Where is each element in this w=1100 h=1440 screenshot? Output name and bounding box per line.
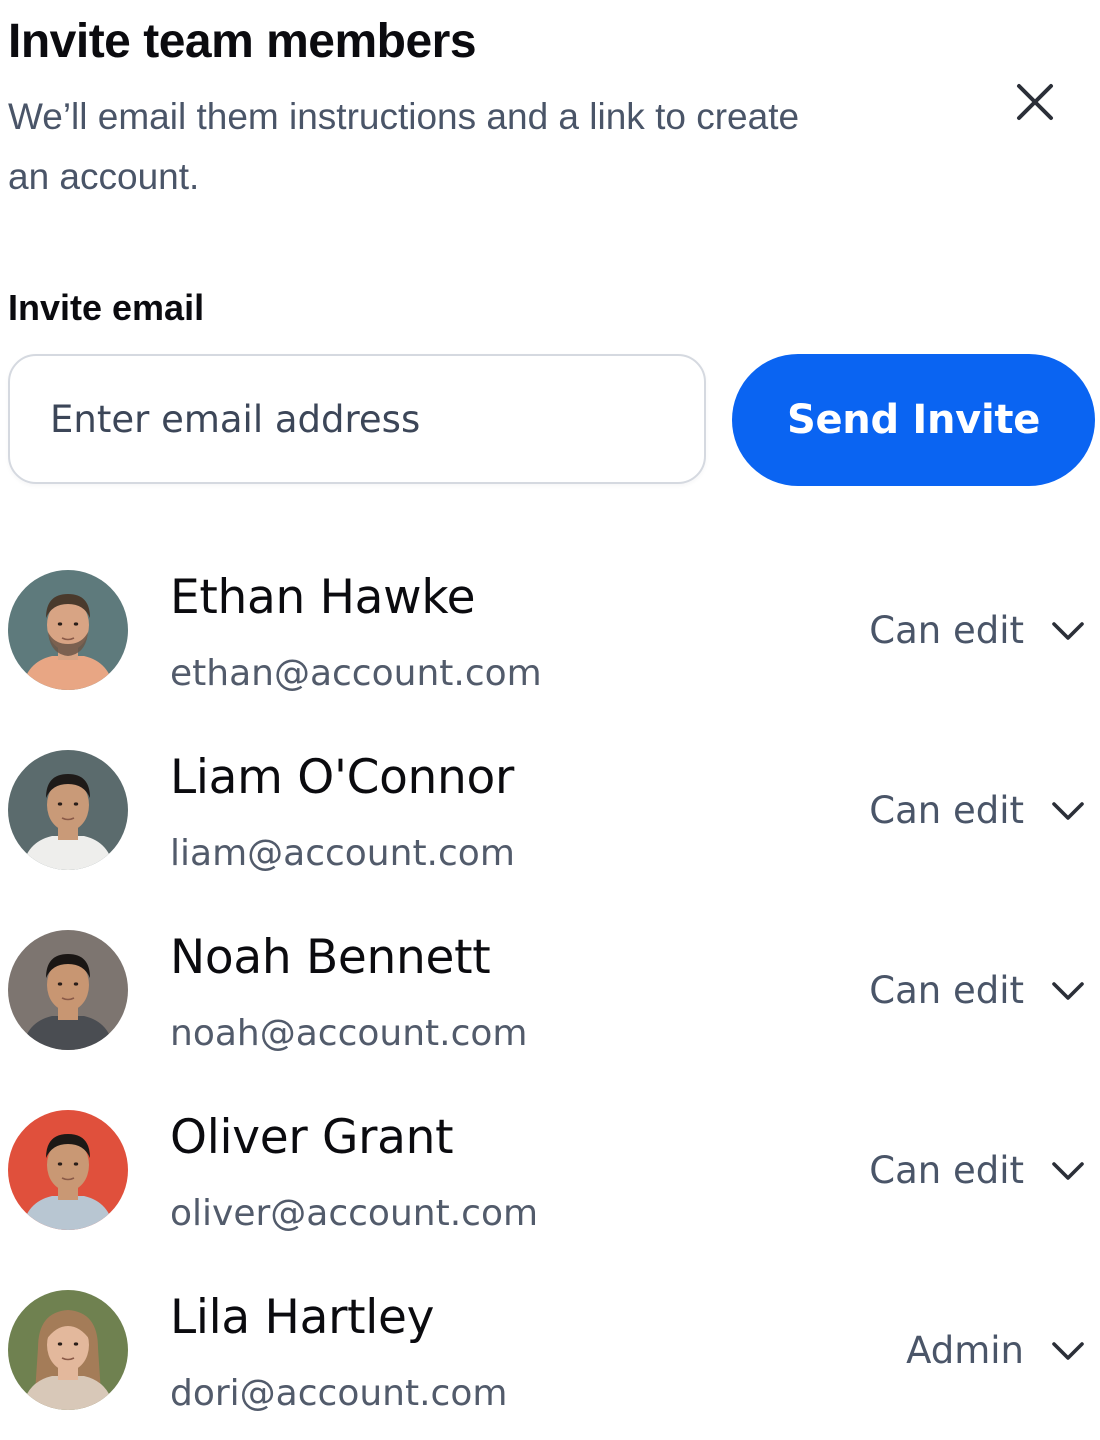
send-invite-button[interactable]: Send Invite xyxy=(732,354,1095,486)
role-dropdown[interactable]: Can edit xyxy=(869,786,1086,836)
role-label: Can edit xyxy=(869,789,1024,832)
member-name: Noah Bennett xyxy=(170,930,491,985)
role-label: Admin xyxy=(906,1329,1024,1372)
chevron-down-icon xyxy=(1050,973,1086,1009)
chevron-down-icon xyxy=(1050,1153,1086,1189)
role-label: Can edit xyxy=(869,969,1024,1012)
page-title: Invite team members xyxy=(8,15,477,68)
role-label: Can edit xyxy=(869,1149,1024,1192)
close-button[interactable] xyxy=(1005,72,1065,132)
member-name: Liam O'Connor xyxy=(170,750,515,805)
close-icon xyxy=(1017,84,1053,120)
avatar xyxy=(8,930,128,1050)
member-email: dori@account.com xyxy=(170,1373,508,1414)
invite-email-label: Invite email xyxy=(8,287,205,328)
member-email: liam@account.com xyxy=(170,833,515,874)
avatar xyxy=(8,570,128,690)
member-row: Liam O'Connor liam@account.com Can edit xyxy=(0,750,1100,900)
page-subtitle: We’ll email them instructions and a link… xyxy=(8,96,800,197)
avatar xyxy=(8,1110,128,1230)
chevron-down-icon xyxy=(1050,793,1086,829)
chevron-down-icon xyxy=(1050,613,1086,649)
role-dropdown[interactable]: Can edit xyxy=(869,966,1086,1016)
chevron-down-icon xyxy=(1050,1333,1086,1369)
role-dropdown[interactable]: Can edit xyxy=(869,1146,1086,1196)
member-name: Ethan Hawke xyxy=(170,570,476,625)
member-row: Oliver Grant oliver@account.com Can edit xyxy=(0,1110,1100,1260)
member-row: Noah Bennett noah@account.com Can edit xyxy=(0,930,1100,1080)
member-name: Oliver Grant xyxy=(170,1110,454,1165)
member-email: oliver@account.com xyxy=(170,1193,539,1234)
member-email: noah@account.com xyxy=(170,1013,528,1054)
invite-email-input[interactable] xyxy=(8,354,706,484)
member-email: ethan@account.com xyxy=(170,653,542,694)
role-dropdown[interactable]: Admin xyxy=(906,1326,1086,1376)
avatar xyxy=(8,1290,128,1410)
role-label: Can edit xyxy=(869,609,1024,652)
avatar xyxy=(8,750,128,870)
member-row: Ethan Hawke ethan@account.com Can edit xyxy=(0,570,1100,720)
member-row: Lila Hartley dori@account.com Admin xyxy=(0,1290,1100,1440)
member-name: Lila Hartley xyxy=(170,1290,435,1345)
role-dropdown[interactable]: Can edit xyxy=(869,606,1086,656)
